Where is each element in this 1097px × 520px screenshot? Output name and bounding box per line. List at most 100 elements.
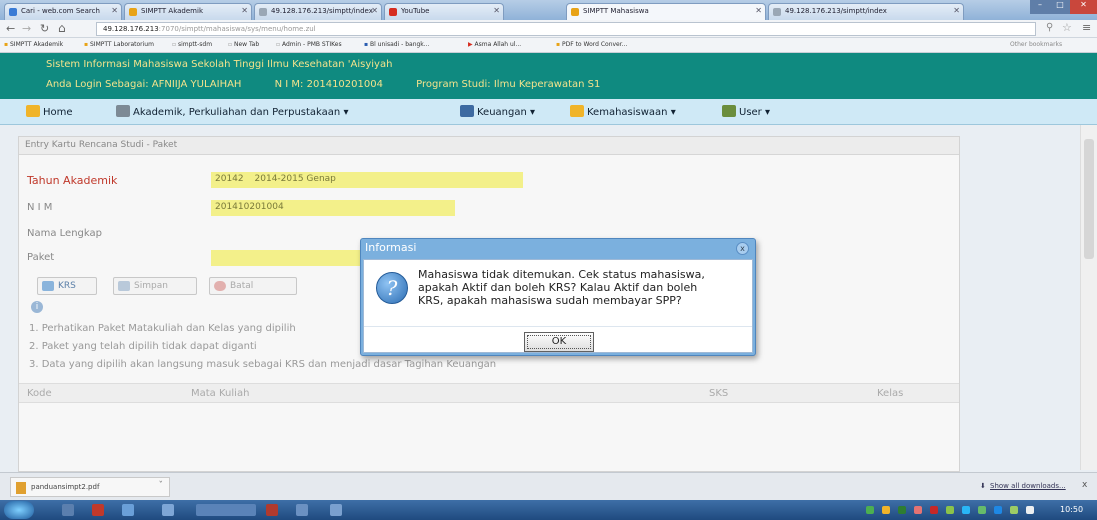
other-bookmarks[interactable]: Other bookmarks (1010, 41, 1062, 48)
close-icon[interactable]: ✕ (953, 6, 960, 15)
tahun-text: 2014-2015 Genap (254, 174, 336, 184)
browser-tab[interactable]: 49.128.176.213/simptt/index ✕ (768, 3, 964, 20)
bookmark-item[interactable]: ▫ simptt-sdm (172, 41, 212, 48)
close-icon[interactable]: ✕ (111, 6, 118, 15)
explorer-icon[interactable] (62, 504, 74, 516)
address-bar-row: ← → ↻ ⌂ 49.128.176.213:7070/simptt/mahas… (0, 20, 1097, 38)
form-row-tahun: Tahun Akademik 20142 2014-2015 Genap (19, 169, 959, 191)
building-icon (116, 105, 130, 117)
tray-icon[interactable] (882, 506, 890, 514)
app-icon[interactable] (266, 504, 278, 516)
clock[interactable]: 10:50 (1060, 505, 1083, 514)
browser-tab[interactable]: 49.128.176.213/simptt/index ✕ (254, 3, 382, 20)
bookmark-item[interactable]: ▪ SIMPTT Akademik (4, 41, 63, 48)
maximize-icon[interactable]: □ (1050, 0, 1070, 14)
tray-icon[interactable] (1010, 506, 1018, 514)
download-item[interactable]: panduansimpt2.pdf ˇ (10, 477, 170, 497)
star-icon[interactable]: ☆ (1062, 21, 1072, 34)
tray-icon[interactable] (898, 506, 906, 514)
add-icon (42, 281, 54, 291)
close-icon[interactable]: ✕ (241, 6, 248, 15)
menu-user[interactable]: User ▾ (722, 105, 770, 118)
bookmarks-bar: ▪ SIMPTT Akademik ▪ SIMPTT Laboratorium … (0, 38, 1097, 53)
chrome-task[interactable] (196, 504, 256, 516)
bookmark-label: simptt-sdm (177, 41, 213, 48)
col-sks[interactable]: SKS (709, 388, 728, 399)
page-scrollbar[interactable] (1080, 125, 1097, 470)
close-icon[interactable]: ✕ (493, 6, 500, 15)
close-icon[interactable]: x (1082, 480, 1087, 490)
paket-select[interactable] (211, 250, 361, 266)
close-icon[interactable]: ✕ (371, 6, 378, 15)
volume-icon[interactable] (1026, 506, 1034, 514)
browser-tab[interactable]: SIMPTT Akademik ✕ (124, 3, 252, 20)
media-icon[interactable] (92, 504, 104, 516)
close-icon[interactable]: ✕ (755, 6, 762, 15)
col-kode[interactable]: Kode (27, 388, 52, 399)
note-1: 1. Perhatikan Paket Matakuliah dan Kelas… (29, 323, 296, 334)
browser-tab[interactable]: YouTube ✕ (384, 3, 504, 20)
bookmark-label: Bl unisadi - bangk... (369, 41, 430, 48)
bookmark-label: Admin - PMB STIKes (281, 41, 342, 48)
page-icon (773, 8, 781, 16)
reload-icon[interactable]: ↻ (40, 22, 49, 35)
tab-label: SIMPTT Mahasiswa (583, 7, 649, 15)
app-icon[interactable] (296, 504, 308, 516)
chevron-down-icon[interactable]: ˇ (159, 481, 164, 491)
tab-label: 49.128.176.213/simptt/index (785, 7, 887, 15)
menu-kemahasiswaan[interactable]: Kemahasiswaan ▾ (570, 105, 676, 118)
bookmark-item[interactable]: ▪ PDF to Word Conver... (556, 41, 627, 48)
tray-icon[interactable] (994, 506, 1002, 514)
browser-tab-active[interactable]: SIMPTT Mahasiswa ✕ (566, 3, 766, 20)
bookmark-item[interactable]: ▫ Admin - PMB STIKes (276, 41, 342, 48)
url-input[interactable]: 49.128.176.213:7070/simptt/mahasiswa/sys… (96, 22, 1036, 36)
back-icon[interactable]: ← (6, 22, 15, 35)
nama-label: Nama Lengkap (27, 228, 102, 239)
button-label: Simpan (134, 281, 168, 291)
login-label: Anda Login Sebagai: (46, 79, 149, 90)
menu-label: Kemahasiswaan (587, 107, 668, 118)
start-icon[interactable] (4, 501, 34, 519)
scrollbar-thumb[interactable] (1084, 139, 1094, 259)
menu-icon[interactable]: ≡ (1082, 21, 1091, 34)
menu-akademik[interactable]: Akademik, Perkuliahan dan Perpustakaan ▾ (116, 105, 348, 118)
batal-button[interactable]: Batal (209, 277, 297, 295)
menu-home[interactable]: Home (26, 105, 73, 118)
panel-title: Entry Kartu Rencana Studi - Paket (19, 137, 959, 155)
menu-keuangan[interactable]: Keuangan ▾ (460, 105, 535, 118)
zoom-icon[interactable]: ⚲ (1046, 22, 1053, 33)
menu-label: Keuangan (477, 107, 527, 118)
close-window-icon[interactable]: ✕ (1070, 0, 1097, 14)
button-label: KRS (58, 281, 76, 291)
tray-icon[interactable] (978, 506, 986, 514)
login-info: Anda Login Sebagai: AFNIIJA YULAIHAH N I… (46, 79, 600, 90)
browser-tab[interactable]: Cari - web.com Search ✕ (4, 3, 122, 20)
tray-icon[interactable] (946, 506, 954, 514)
bookmark-item[interactable]: ▶ Asma Allah ul... (468, 41, 521, 48)
forward-icon[interactable]: → (22, 22, 31, 35)
app-icon[interactable] (162, 504, 174, 516)
minimize-icon[interactable]: – (1030, 0, 1050, 14)
simpan-button[interactable]: Simpan (113, 277, 197, 295)
show-all-downloads-link[interactable]: Show all downloads... (990, 482, 1066, 490)
col-kelas[interactable]: Kelas (877, 388, 903, 399)
home-icon[interactable]: ⌂ (58, 21, 66, 35)
col-mata-kuliah[interactable]: Mata Kuliah (191, 388, 249, 399)
app-icon[interactable] (330, 504, 342, 516)
bookmark-item[interactable]: ▪ Bl unisadi - bangk... (364, 41, 430, 48)
bookmark-item[interactable]: ▪ SIMPTT Laboratorium (84, 41, 154, 48)
pdf-icon (16, 482, 26, 494)
bookmark-item[interactable]: ▫ New Tab (228, 41, 259, 48)
app-icon[interactable] (122, 504, 134, 516)
close-icon[interactable]: x (736, 242, 749, 255)
download-bar: panduansimpt2.pdf ˇ ⬇ Show all downloads… (0, 472, 1097, 500)
krs-button[interactable]: KRS (37, 277, 97, 295)
nim-field[interactable]: 201410201004 (211, 200, 455, 216)
tray-icon[interactable] (930, 506, 938, 514)
tray-icon[interactable] (914, 506, 922, 514)
tab-label: SIMPTT Akademik (141, 7, 203, 15)
tray-icon[interactable] (962, 506, 970, 514)
ok-button[interactable]: OK (524, 332, 594, 352)
tray-icon[interactable] (866, 506, 874, 514)
tahun-select[interactable]: 20142 2014-2015 Genap (211, 172, 523, 188)
